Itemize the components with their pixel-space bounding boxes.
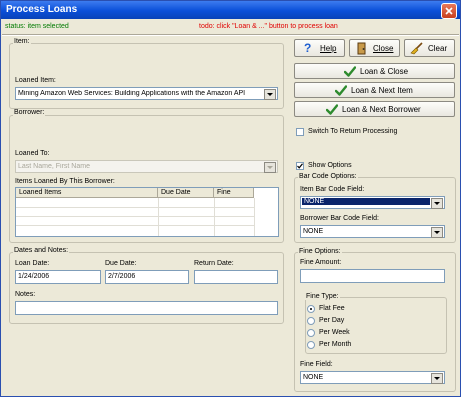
loaned-to-select[interactable]: Last Name, First Name: [15, 160, 278, 173]
grid-line: [16, 225, 254, 226]
status-text: status: item selected: [5, 23, 69, 30]
close-icon: [445, 7, 453, 15]
loaned-item-select[interactable]: Mining Amazon Web Services: Building App…: [15, 87, 278, 100]
loan-date-field[interactable]: 1/24/2006: [15, 270, 101, 284]
fine-type-per-day-label[interactable]: Per Day: [319, 317, 344, 324]
fine-type-per-month-radio[interactable]: [307, 341, 315, 349]
due-date-field[interactable]: 2/7/2006: [105, 270, 189, 284]
return-date-field[interactable]: [194, 270, 278, 284]
show-options-checkbox[interactable]: [296, 162, 304, 170]
item-barcode-field-value: NONE: [302, 198, 430, 205]
loan-next-borrower-button[interactable]: Loan & Next Borrower: [294, 101, 455, 117]
fine-options-label: Fine Options:: [298, 248, 342, 255]
grid-line: [214, 198, 215, 236]
due-date-label: Due Date:: [105, 260, 137, 267]
notes-field[interactable]: [15, 301, 278, 315]
borrower-barcode-field-label: Borrower Bar Code Field:: [300, 215, 379, 222]
fine-field-value: NONE: [303, 374, 324, 381]
notes-label: Notes:: [15, 291, 36, 298]
title-bar[interactable]: Process Loans: [1, 1, 460, 19]
clear-button[interactable]: Clear: [404, 39, 455, 57]
grid-line: [254, 198, 255, 236]
checkmark-icon: [297, 163, 303, 169]
process-loans-window: Process Loans status: item selected todo…: [0, 0, 461, 397]
broom-icon: [410, 42, 423, 55]
fine-amount-field[interactable]: [300, 269, 445, 283]
switch-return-checkbox[interactable]: [296, 128, 304, 136]
return-date-label: Return Date:: [194, 260, 234, 267]
column-header-loaned-items[interactable]: Loaned Items: [16, 188, 158, 198]
chevron-down-icon[interactable]: [431, 227, 443, 238]
items-loaned-table[interactable]: Loaned Items Due Date Fine: [15, 187, 279, 237]
fine-field-select[interactable]: NONE: [300, 371, 445, 384]
close-button[interactable]: Close: [349, 39, 400, 57]
items-loaned-label: Items Loaned By This Borrower:: [15, 178, 115, 185]
show-options-label[interactable]: Show Options: [308, 162, 352, 169]
loan-next-item-button[interactable]: Loan & Next Item: [294, 82, 455, 98]
loaned-item-value: Mining Amazon Web Services: Building App…: [18, 90, 246, 97]
window-title: Process Loans: [6, 4, 78, 15]
loaned-item-label: Loaned Item:: [15, 77, 56, 84]
grid-line: [158, 198, 159, 236]
loaned-to-label: Loaned To:: [15, 150, 50, 157]
switch-return-label[interactable]: Switch To Return Processing: [308, 128, 397, 135]
help-button[interactable]: ? Help: [294, 39, 345, 57]
column-header-due-date[interactable]: Due Date: [158, 188, 214, 198]
fine-type-label: Fine Type:: [305, 293, 340, 300]
column-header-fine[interactable]: Fine: [214, 188, 254, 198]
borrower-group-label: Borrower:: [13, 109, 46, 116]
loan-date-label: Loan Date:: [15, 260, 50, 267]
chevron-down-icon[interactable]: [264, 89, 276, 100]
header-divider: [2, 34, 459, 36]
loan-close-button[interactable]: Loan & Close: [294, 63, 455, 79]
fine-amount-label: Fine Amount:: [300, 259, 342, 266]
item-barcode-field-select[interactable]: NONE: [300, 196, 445, 209]
dates-notes-group-label: Dates and Notes:: [13, 247, 70, 254]
window-close-button[interactable]: [441, 3, 457, 19]
door-icon: [357, 42, 366, 55]
question-icon: ?: [304, 41, 312, 55]
loan-date-value: 1/24/2006: [18, 273, 50, 280]
help-label: Help: [320, 44, 337, 53]
grid-line: [16, 207, 254, 208]
borrower-barcode-field-select[interactable]: NONE: [300, 225, 445, 238]
loan-close-label: Loan & Close: [360, 67, 409, 76]
clear-label: Clear: [428, 44, 448, 53]
loaned-to-placeholder: Last Name, First Name: [18, 163, 90, 170]
item-group-label: Item:: [13, 38, 31, 45]
chevron-down-icon[interactable]: [264, 162, 276, 173]
checkmark-icon: [335, 85, 347, 96]
borrower-barcode-field-value: NONE: [303, 228, 324, 235]
fine-type-per-week-radio[interactable]: [307, 329, 315, 337]
barcode-options-label: Bar Code Options:: [298, 173, 358, 180]
close-label: Close: [373, 44, 394, 53]
fine-field-label: Fine Field:: [300, 361, 333, 368]
fine-type-flat-fee-radio[interactable]: [307, 305, 315, 313]
todo-text: todo: click "Loan & ..." button to proce…: [199, 23, 338, 30]
checkmark-icon: [344, 66, 356, 77]
fine-type-flat-fee-label[interactable]: Flat Fee: [319, 305, 345, 312]
loan-next-borrower-label: Loan & Next Borrower: [342, 105, 421, 114]
checkmark-icon: [326, 104, 338, 115]
fine-type-per-month-label[interactable]: Per Month: [319, 341, 351, 348]
grid-line: [16, 216, 254, 217]
chevron-down-icon[interactable]: [431, 198, 443, 209]
fine-type-per-week-label[interactable]: Per Week: [319, 329, 350, 336]
item-barcode-field-label: Item Bar Code Field:: [300, 186, 365, 193]
loan-next-item-label: Loan & Next Item: [351, 86, 413, 95]
due-date-value: 2/7/2006: [108, 273, 136, 280]
chevron-down-icon[interactable]: [431, 373, 443, 384]
fine-type-per-day-radio[interactable]: [307, 317, 315, 325]
